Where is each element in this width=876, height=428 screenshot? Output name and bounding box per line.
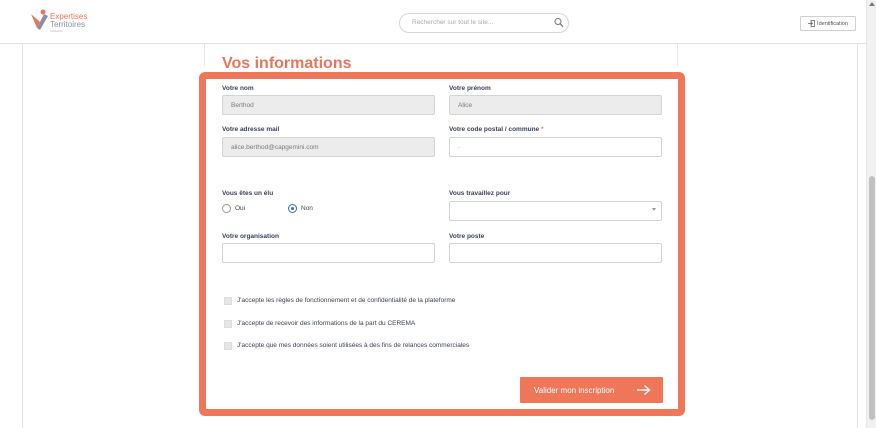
search-placeholder: Rechercher sur tout le site... bbox=[412, 19, 494, 26]
site-header: Expertises Territoires CEREMA Rechercher… bbox=[0, 0, 866, 44]
scrollbar-thumb[interactable] bbox=[869, 176, 875, 420]
checkbox-informations[interactable] bbox=[224, 320, 232, 328]
login-icon bbox=[808, 20, 815, 27]
page-scrollbar[interactable] bbox=[866, 0, 876, 428]
submit-button[interactable]: Valider mon inscription bbox=[520, 377, 663, 403]
login-label: Identification bbox=[817, 20, 848, 27]
poste-field[interactable] bbox=[449, 243, 662, 263]
logo-icon bbox=[31, 9, 48, 30]
organisation-label: Votre organisation bbox=[222, 233, 279, 240]
checkbox-relances-label: J'accepte que mes données soient utilisé… bbox=[237, 342, 470, 349]
logo-text-cerema: CEREMA bbox=[50, 29, 63, 33]
code-postal-field[interactable]: - bbox=[449, 137, 662, 157]
elu-radio-non[interactable] bbox=[288, 204, 297, 213]
organisation-field[interactable] bbox=[222, 243, 435, 263]
arrow-right-icon bbox=[637, 384, 651, 396]
required-marker: * bbox=[541, 126, 544, 133]
submit-label: Valider mon inscription bbox=[534, 385, 615, 395]
elu-label: Vous êtes un élu bbox=[222, 190, 274, 197]
nom-label: Votre nom bbox=[222, 85, 254, 92]
code-postal-label-text: Votre code postal / commune bbox=[449, 126, 540, 133]
elu-radio-oui[interactable] bbox=[222, 204, 231, 213]
checkbox-regles[interactable] bbox=[224, 297, 232, 305]
prenom-label: Votre prénom bbox=[449, 85, 491, 92]
email-field[interactable]: alice.berthod@capgemini.com bbox=[222, 137, 435, 157]
travaillez-select[interactable] bbox=[449, 201, 662, 221]
elu-radio-non-label: Non bbox=[301, 205, 313, 212]
email-label: Votre adresse mail bbox=[222, 126, 280, 133]
code-postal-label: Votre code postal / commune * bbox=[449, 126, 544, 133]
chevron-down-icon bbox=[652, 208, 656, 211]
prenom-field[interactable]: Alice bbox=[449, 95, 662, 115]
checkbox-informations-label: J'accepte de recevoir des informations d… bbox=[237, 320, 416, 327]
scroll-up-icon[interactable] bbox=[869, 2, 875, 6]
search-icon[interactable] bbox=[554, 17, 564, 29]
login-button[interactable]: Identification bbox=[800, 16, 856, 31]
checkbox-relances[interactable] bbox=[224, 342, 232, 350]
checkbox-regles-label: J'accepte les règles de fonctionnement e… bbox=[237, 297, 456, 304]
logo-text-territoires: Territoires bbox=[50, 20, 86, 29]
nom-field[interactable]: Berthod bbox=[222, 95, 435, 115]
site-logo[interactable]: Expertises Territoires CEREMA bbox=[28, 8, 98, 38]
page-title: Vos informations bbox=[222, 55, 352, 72]
elu-radio-oui-label: Oui bbox=[235, 205, 246, 212]
travaillez-label: Vous travaillez pour bbox=[449, 190, 511, 197]
search-input[interactable]: Rechercher sur tout le site... bbox=[399, 13, 569, 33]
poste-label: Votre poste bbox=[449, 233, 485, 240]
